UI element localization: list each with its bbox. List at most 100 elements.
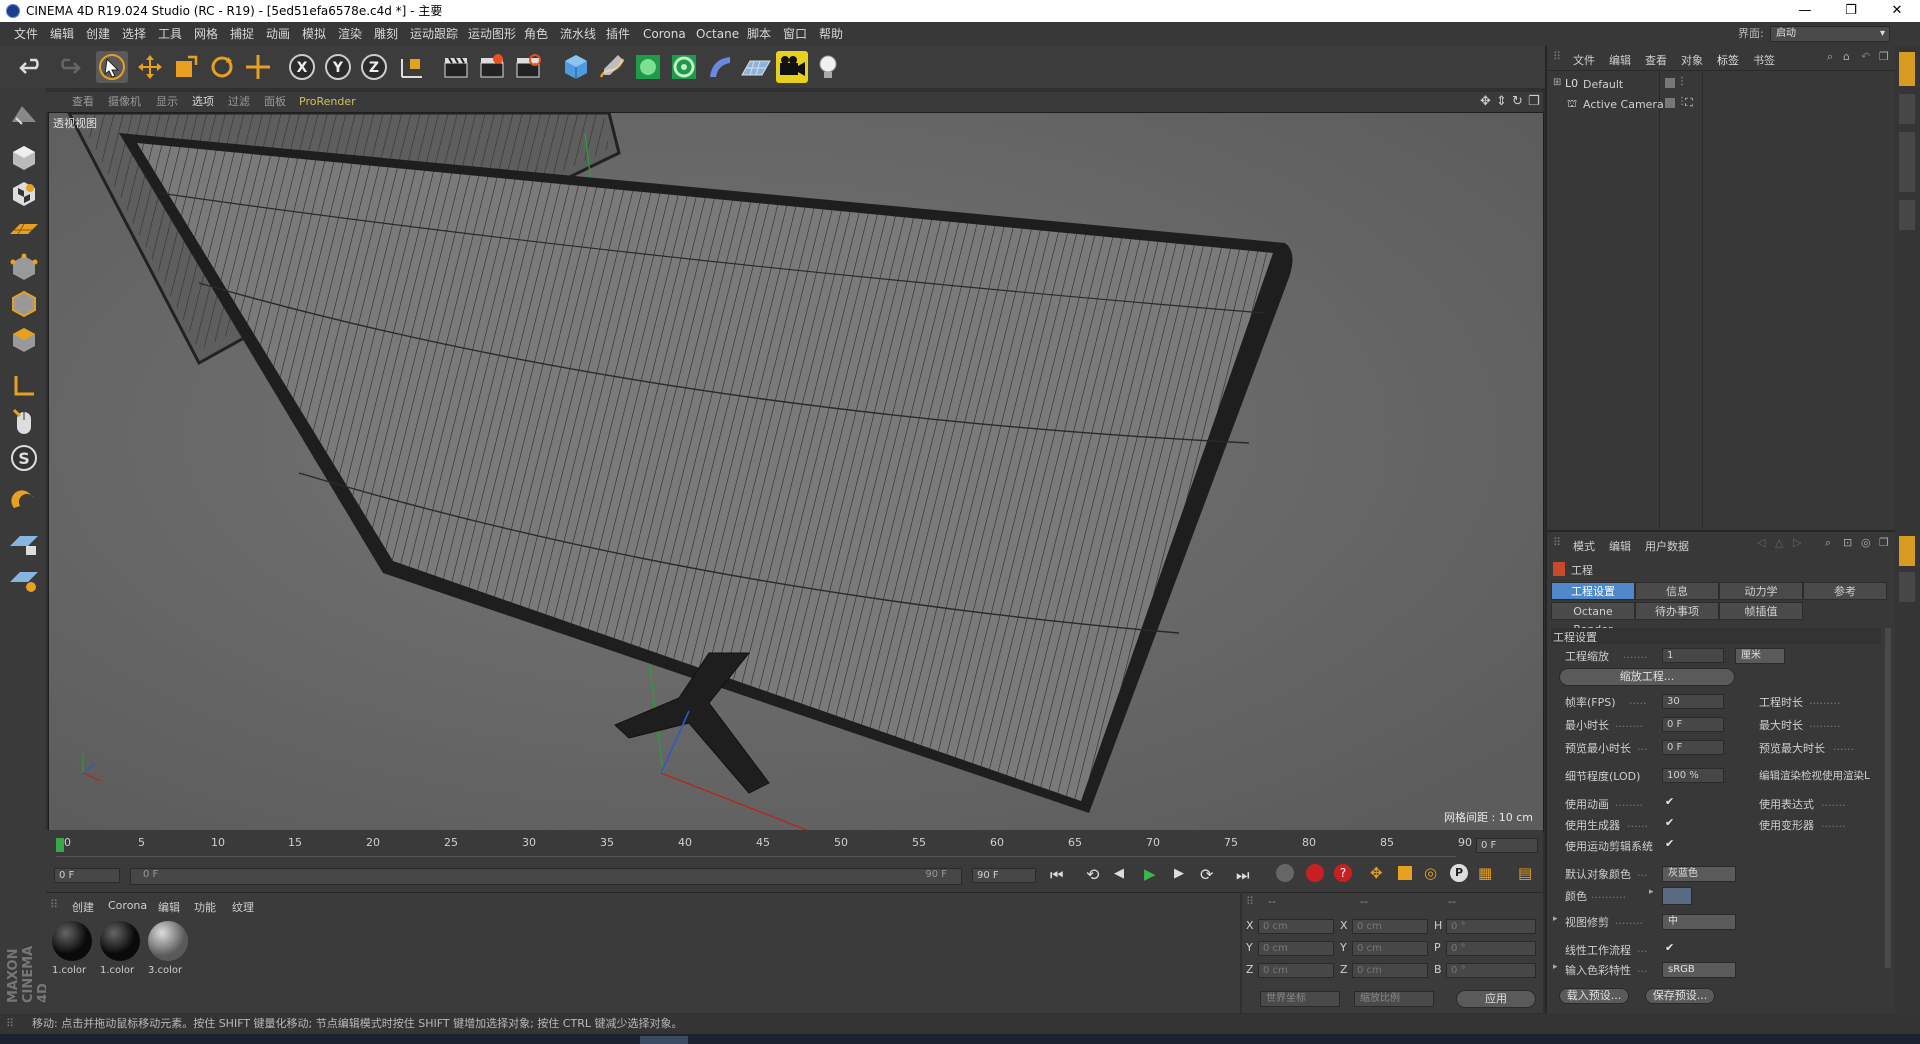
visibility-toggle-icon[interactable] <box>1665 98 1675 108</box>
menu-script[interactable]: 脚本 <box>747 22 771 46</box>
attr-menu-userdata[interactable]: 用户数据 <box>1645 538 1689 554</box>
cloner-button[interactable] <box>668 51 700 83</box>
snap-button[interactable]: S <box>8 442 40 474</box>
playhead[interactable] <box>56 838 64 852</box>
object-menu-bookmarks[interactable]: 书签 <box>1753 52 1775 68</box>
preview-min-field[interactable]: 0 F <box>1662 740 1724 755</box>
menu-select[interactable]: 选择 <box>122 22 146 46</box>
render-dots-icon[interactable]: ⋮ <box>1677 76 1687 87</box>
object-menu-file[interactable]: 文件 <box>1573 52 1595 68</box>
object-menu-view[interactable]: 查看 <box>1645 52 1667 68</box>
start-frame-field[interactable]: 0 F <box>54 868 120 883</box>
scale-project-button[interactable]: 缩放工程... <box>1559 668 1735 686</box>
coordinate-system-toggle[interactable] <box>396 51 428 83</box>
record-keys-icon[interactable] <box>1306 864 1324 882</box>
texture-mode-button[interactable] <box>8 178 40 210</box>
pen-spline-button[interactable] <box>596 51 628 83</box>
size-x-field[interactable]: 0 cm <box>1352 919 1428 934</box>
menu-window[interactable]: 窗口 <box>783 22 807 46</box>
viewport-menu-prorender[interactable]: ProRender <box>299 92 356 112</box>
lock-icon[interactable]: ⊡ <box>1843 536 1852 549</box>
nav-forward-icon[interactable]: ▷ <box>1793 536 1801 549</box>
workplane-align-button[interactable] <box>8 564 40 596</box>
color-swatch[interactable] <box>1662 887 1692 905</box>
attr-menu-mode[interactable]: 模式 <box>1573 538 1595 554</box>
viewport-menu-filter[interactable]: 过滤 <box>228 92 250 112</box>
key-rotation-icon[interactable]: ◎ <box>1424 864 1437 882</box>
tab-octane-render[interactable]: Octane Render <box>1551 602 1635 636</box>
object-row[interactable]: ⊞ L0 Default ⋮ <box>1547 76 1897 94</box>
material-menu-edit[interactable]: 编辑 <box>158 899 180 915</box>
previous-frame-icon[interactable]: ◀ <box>1114 866 1124 881</box>
minimize-button[interactable]: — <box>1782 0 1828 22</box>
viewport-menu-options[interactable]: 选项 <box>192 92 214 112</box>
menu-mograph[interactable]: 运动图形 <box>468 22 516 46</box>
search-icon[interactable]: ⌕ <box>1827 50 1833 64</box>
menu-sculpt[interactable]: 雕刻 <box>374 22 398 46</box>
live-select-tool[interactable] <box>96 51 128 83</box>
menu-octane[interactable]: Octane <box>696 22 739 46</box>
size-mode-dropdown[interactable]: 缩放比例 <box>1354 991 1434 1007</box>
lod-field[interactable]: 100 % <box>1662 768 1724 783</box>
render-picture-viewer-button[interactable] <box>476 51 508 83</box>
next-frame-icon[interactable]: ▶ <box>1174 866 1184 881</box>
menu-file[interactable]: 文件 <box>14 22 38 46</box>
default-object-color-dropdown[interactable]: 灰蓝色 <box>1662 866 1736 882</box>
axis-mode-button[interactable] <box>8 370 40 402</box>
material-menu-texture[interactable]: 纹理 <box>232 899 254 915</box>
menu-motion-tracking[interactable]: 运动跟踪 <box>410 22 458 46</box>
material-swatch[interactable]: 1.color <box>98 921 142 979</box>
viewport-menu-display[interactable]: 显示 <box>156 92 178 112</box>
settings-icon[interactable]: ◎ <box>1861 536 1871 549</box>
y-axis-lock[interactable]: Y <box>322 51 354 83</box>
cube-primitive-button[interactable] <box>560 51 592 83</box>
object-row[interactable]: ⛫ Active Camera ⋮ ⛶ <box>1547 96 1897 114</box>
size-y-field[interactable]: 0 cm <box>1352 941 1428 956</box>
deformer-button[interactable] <box>704 51 736 83</box>
menu-animate[interactable]: 动画 <box>266 22 290 46</box>
go-to-end-icon[interactable]: ⏭ <box>1236 866 1250 884</box>
size-z-field[interactable]: 0 cm <box>1352 963 1428 978</box>
use-motion-system-checkbox[interactable]: ✔ <box>1665 837 1674 850</box>
polygons-mode-button[interactable] <box>8 324 40 356</box>
object-menu-edit[interactable]: 编辑 <box>1609 52 1631 68</box>
menu-render[interactable]: 渲染 <box>338 22 362 46</box>
position-z-field[interactable]: 0 cm <box>1258 963 1334 978</box>
tab-objects[interactable] <box>1899 52 1915 86</box>
attr-menu-edit[interactable]: 编辑 <box>1609 538 1631 554</box>
fps-field[interactable]: 30 <box>1662 694 1724 709</box>
save-preset-button[interactable]: 保存预设... <box>1645 988 1715 1004</box>
close-button[interactable]: ✕ <box>1874 0 1920 22</box>
move-tool[interactable] <box>134 51 166 83</box>
view-clipping-dropdown[interactable]: 中 <box>1662 914 1736 930</box>
expand-arrow-icon[interactable]: ▸ <box>1649 887 1654 897</box>
menu-character[interactable]: 角色 <box>524 22 548 46</box>
menu-corona[interactable]: Corona <box>643 22 686 46</box>
floor-button[interactable] <box>740 51 772 83</box>
material-menu-corona[interactable]: Corona <box>108 899 147 912</box>
object-menu-tags[interactable]: 标签 <box>1717 52 1739 68</box>
model-mode-button[interactable] <box>8 142 40 174</box>
project-scale-unit-dropdown[interactable]: 厘米 <box>1735 648 1785 664</box>
x-axis-lock[interactable]: X <box>286 51 318 83</box>
material-menu-function[interactable]: 功能 <box>194 899 216 915</box>
scale-tool[interactable] <box>170 51 202 83</box>
taskbar-item[interactable] <box>640 1036 688 1044</box>
expand-arrow-icon[interactable]: ▸ <box>1553 962 1558 972</box>
make-editable-button[interactable] <box>8 98 40 130</box>
input-color-profile-dropdown[interactable]: sRGB <box>1662 962 1736 978</box>
rotation-b-field[interactable]: 0 ° <box>1446 963 1536 978</box>
layout-dropdown[interactable]: 启动 ▾ <box>1770 26 1890 42</box>
menu-create[interactable]: 创建 <box>86 22 110 46</box>
key-position-icon[interactable]: ✥ <box>1370 864 1383 882</box>
tab-dynamics[interactable]: 动力学 <box>1719 582 1803 600</box>
menu-plugins[interactable]: 插件 <box>606 22 630 46</box>
min-time-field[interactable]: 0 F <box>1662 717 1724 732</box>
menu-snap[interactable]: 捕捉 <box>230 22 254 46</box>
workplane-lock-button[interactable] <box>8 528 40 560</box>
tab-content-browser[interactable] <box>1899 94 1915 124</box>
menu-tools[interactable]: 工具 <box>158 22 182 46</box>
transform-tool[interactable] <box>242 51 274 83</box>
tab-todo[interactable]: 待办事项 <box>1635 602 1719 620</box>
subdivision-button[interactable] <box>632 51 664 83</box>
